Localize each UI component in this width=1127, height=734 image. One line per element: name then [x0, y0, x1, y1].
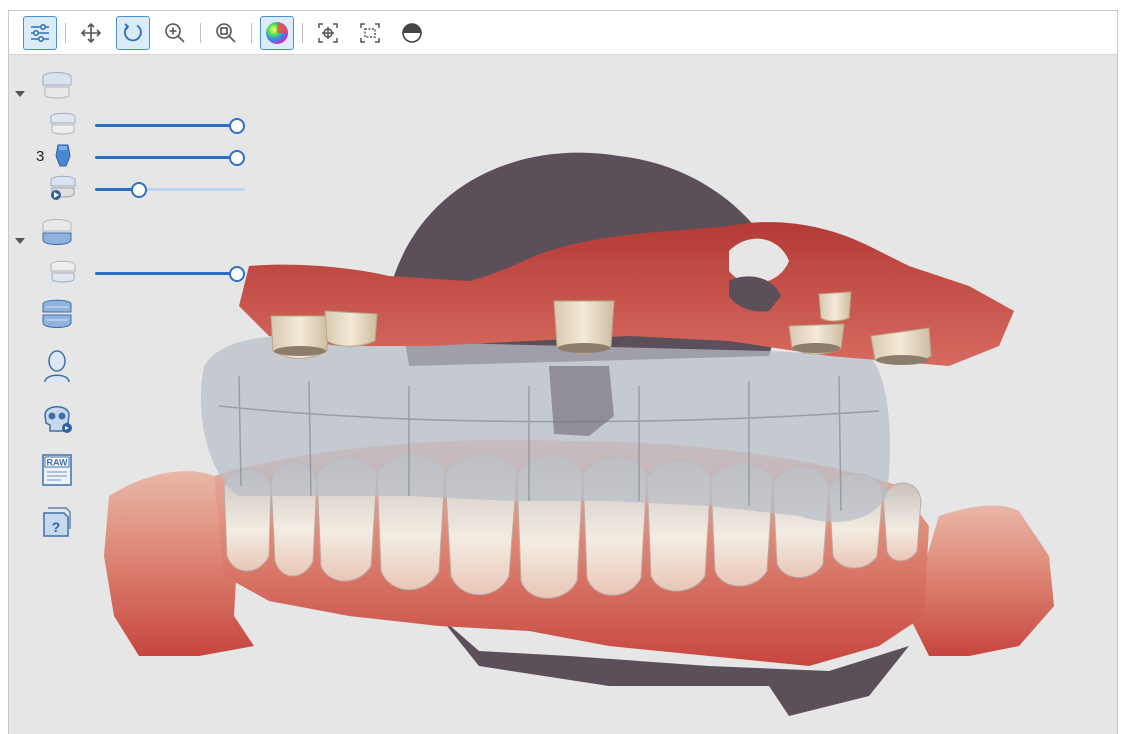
lower-group-caret-icon[interactable]	[15, 238, 25, 244]
lower-jaw-scan-opacity-slider[interactable]	[95, 266, 245, 282]
lower-jaw-scan-layer-button[interactable]	[45, 254, 81, 290]
sliders-icon	[31, 23, 49, 42]
implant-abutment-layer-button[interactable]	[45, 138, 81, 174]
toolbar-separator	[200, 22, 201, 43]
upper-jaw-scan-layer-button[interactable]	[45, 106, 81, 142]
face-scan-icon	[44, 350, 70, 383]
upper-group-caret-icon[interactable]	[15, 91, 25, 97]
half-circle-icon	[402, 22, 422, 43]
unknown-file-icon: ?	[43, 507, 71, 537]
main-window: 3 RAW ?	[8, 10, 1118, 734]
layer-panel: 3 RAW ?	[9, 56, 269, 596]
toolbar-separator	[251, 22, 252, 43]
raw-label: RAW	[47, 458, 69, 468]
focus-target-icon	[318, 22, 338, 43]
fit-selection-icon	[360, 22, 380, 43]
upper-jaw-group-icon	[42, 72, 72, 99]
toolbar	[9, 11, 1117, 55]
face-scan-button[interactable]	[39, 348, 75, 384]
zoom-fit-button[interactable]	[209, 16, 243, 50]
zoom-in-button[interactable]	[158, 16, 192, 50]
implant-abutment-opacity-slider[interactable]	[95, 150, 245, 166]
cbct-skull-button[interactable]	[39, 400, 75, 436]
slider-fill	[95, 156, 237, 159]
implant-count: 3	[36, 148, 45, 165]
lower-jaw-scan-icon	[50, 260, 76, 283]
fit-selection-button[interactable]	[353, 16, 387, 50]
zoom-in-icon	[165, 22, 185, 43]
color-map-icon	[266, 21, 288, 44]
raw-file-button[interactable]: RAW	[39, 452, 75, 488]
slider-handle[interactable]	[229, 118, 245, 134]
implant-abutment-icon	[55, 144, 71, 167]
move-icon	[80, 22, 102, 43]
bite-scan-icon	[42, 299, 72, 328]
upper-jaw-scan-icon	[50, 112, 76, 135]
raw-file-icon: RAW	[42, 454, 72, 486]
upper-jaw-scan-opacity-slider[interactable]	[95, 118, 245, 134]
color-map-button[interactable]	[260, 15, 294, 50]
half-circle-button[interactable]	[395, 16, 429, 50]
sliders-button[interactable]	[23, 15, 57, 50]
upper-jaw-group-button[interactable]	[39, 67, 75, 103]
unknown-file-button[interactable]: ?	[39, 504, 75, 540]
cbct-skull-icon	[44, 406, 72, 433]
slider-fill	[95, 124, 237, 127]
right-buccal-flap	[909, 505, 1054, 656]
toolbar-separator	[302, 22, 303, 43]
slider-handle[interactable]	[229, 266, 245, 282]
slider-handle[interactable]	[229, 150, 245, 166]
rotate-icon	[123, 22, 142, 41]
lower-jaw-group-icon	[42, 219, 72, 245]
transparent-prosthesis	[200, 336, 890, 522]
slider-handle[interactable]	[131, 182, 147, 198]
toolbar-separator	[65, 22, 66, 43]
move-button[interactable]	[74, 16, 108, 50]
focus-target-button[interactable]	[311, 16, 345, 50]
upper-jaw-prep-layer-button[interactable]	[45, 170, 81, 206]
zoom-fit-icon	[216, 22, 236, 43]
rotate-button[interactable]	[116, 15, 150, 50]
upper-jaw-prep-opacity-slider[interactable]	[95, 182, 245, 198]
unknown-label: ?	[52, 519, 61, 535]
slider-fill	[95, 272, 237, 275]
bite-scan-button[interactable]	[39, 296, 75, 332]
3d-viewport[interactable]: 3 RAW ?	[9, 56, 1117, 734]
upper-jaw-prep-icon	[50, 175, 76, 200]
lower-jaw-group-button[interactable]	[39, 214, 75, 250]
